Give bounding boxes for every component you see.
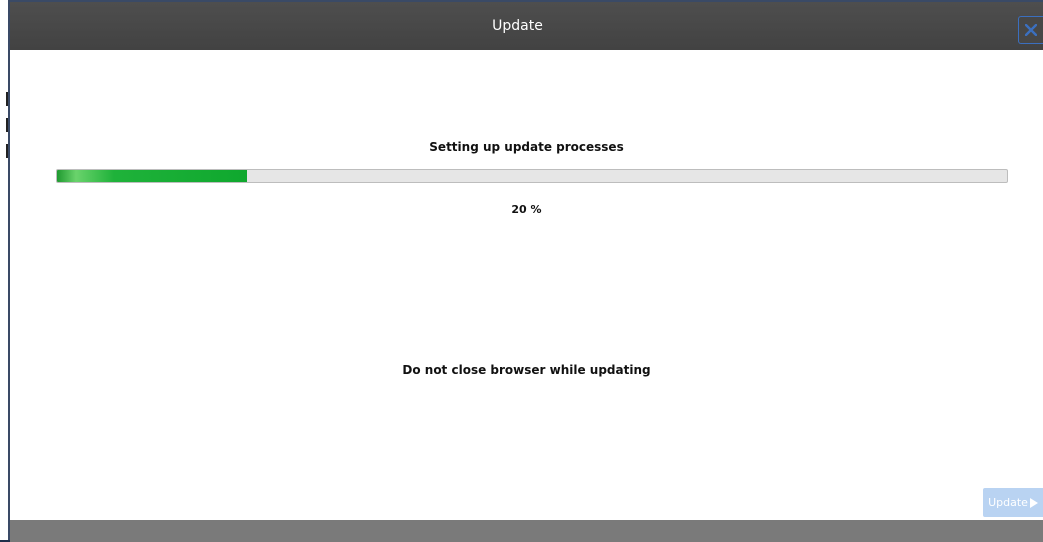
close-icon [1025,24,1037,36]
dialog-title: Update [492,18,543,34]
close-button[interactable] [1018,16,1043,44]
update-button-label: Update [988,496,1028,509]
progress-percent-text: 20 % [511,203,542,216]
progress-bar [56,169,1008,183]
dialog-titlebar: Update [10,2,1043,50]
background-edge [0,0,8,540]
progress-bar-fill [57,170,247,182]
dialog-footer [10,520,1043,542]
play-icon [1029,497,1038,508]
warning-text: Do not close browser while updating [402,363,651,377]
progress-status-text: Setting up update processes [429,140,624,154]
update-button[interactable]: Update [983,488,1043,517]
update-dialog: Update Setting up update processes 20 % … [8,0,1043,542]
